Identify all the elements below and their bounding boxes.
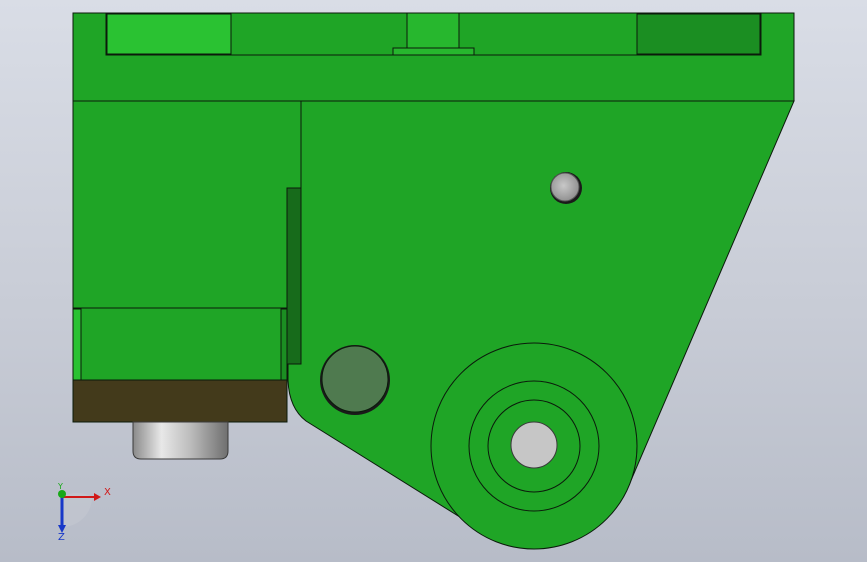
left-block[interactable] [72,100,302,309]
small-hole-inner [550,172,580,202]
part-model[interactable] [0,0,867,562]
triad-x-label: X [104,487,111,498]
left-inner-strip [280,308,288,381]
vertical-slot [286,187,302,365]
round-boss[interactable] [321,345,389,413]
top-recess-highlight-left [106,13,232,55]
cad-viewport[interactable]: X Y Z [0,0,867,562]
top-recess-shade-right [636,13,761,55]
triad-z-label: Z [58,532,65,543]
top-boss [406,12,460,50]
base-pad[interactable] [72,379,288,423]
locating-pin[interactable] [132,421,229,460]
bearing-bore[interactable] [510,421,558,469]
top-boss-base [392,47,475,56]
left-lower-block [72,307,288,381]
triad-y-label: Y [58,482,63,491]
left-edge-strip [72,308,82,381]
orientation-triad [58,490,101,533]
